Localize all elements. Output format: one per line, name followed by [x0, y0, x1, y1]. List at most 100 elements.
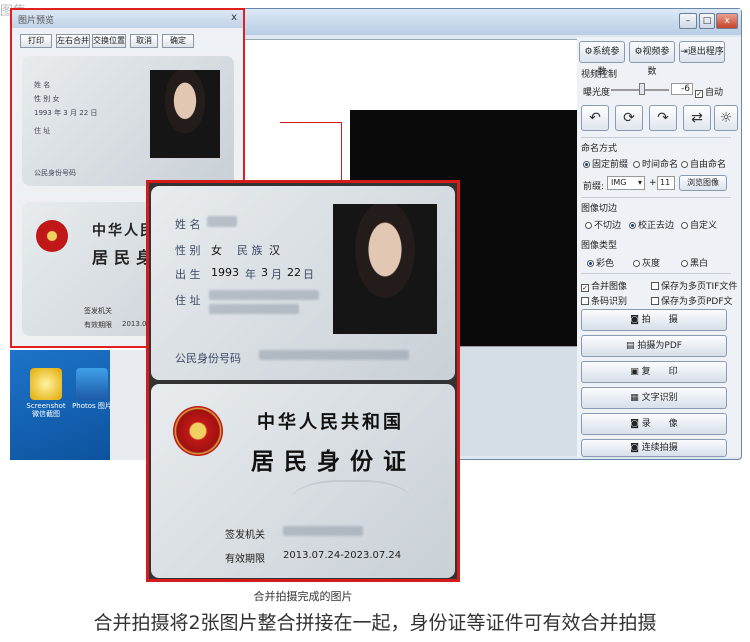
- copy-icon: ▣: [630, 367, 642, 377]
- video-control-title: 视频控制: [581, 70, 618, 80]
- nation-value: 汉: [269, 244, 280, 257]
- birth-label: 出 生: [175, 268, 201, 281]
- nation-label: 民 族: [237, 244, 263, 257]
- crop-title: 图像切边: [581, 204, 618, 214]
- type-option-bw[interactable]: 黑白: [681, 256, 708, 269]
- exposure-value[interactable]: -6: [671, 83, 693, 95]
- divider: [581, 197, 731, 198]
- desktop-icon-label: Screenshot 微信截图: [26, 402, 66, 418]
- divider: [581, 273, 731, 274]
- type-option-gray[interactable]: 灰度: [633, 256, 660, 269]
- merged-image-popup: 姓 名 性 别 女 民 族 汉 出 生 1993 年 3 月 22 日 住 址 …: [146, 180, 460, 582]
- gear-icon: ⚙: [634, 47, 643, 57]
- crop-option-custom[interactable]: 自定义: [681, 218, 717, 231]
- card-country: 中华人民共和国: [257, 412, 404, 433]
- sex-label: 性 别: [175, 244, 201, 257]
- exit-button[interactable]: ⇥退出程序: [679, 41, 725, 63]
- ocr-button[interactable]: ▦ 文字识别: [581, 387, 727, 409]
- minimize-button[interactable]: –: [679, 13, 697, 29]
- field-label: 性 别 女: [34, 95, 60, 103]
- national-emblem-icon: [173, 406, 223, 456]
- prefix-label: 前缀:: [583, 182, 605, 192]
- field-label: 公民身份号码: [34, 169, 76, 177]
- swap-icon[interactable]: ⇄: [683, 105, 711, 131]
- portrait-photo: [333, 204, 437, 334]
- slogan-text: 合并拍摄将2张图片整合拼接在一起，身份证等证件可有效合并拍摄: [93, 612, 657, 634]
- photos-app-icon[interactable]: [76, 368, 108, 400]
- continuous-shoot-button[interactable]: ◙ 连续拍摄: [581, 439, 727, 457]
- naming-option-fixed[interactable]: 固定前缀: [583, 157, 628, 170]
- merge-lr-button[interactable]: 左右合并: [56, 34, 90, 48]
- swap-position-button[interactable]: 交换位置: [92, 34, 126, 48]
- crop-option-deskew[interactable]: 校正去边: [629, 218, 674, 231]
- birth-year: 1993: [211, 266, 239, 279]
- id-card-front: 姓 名 性 别 女 民 族 汉 出 生 1993 年 3 月 22 日 住 址 …: [151, 186, 455, 380]
- close-icon[interactable]: x: [231, 12, 237, 23]
- portrait-photo: [150, 70, 220, 158]
- control-panel: ⚙系统参数 ⚙视频参数 ⇥退出程序 视频控制 曝光度 -6 ✓ 自动 ↶ ⟳ ↷ …: [577, 37, 741, 457]
- copy-button[interactable]: ▣ 复 印: [581, 361, 727, 383]
- birth-day: 22: [287, 266, 301, 279]
- name-label: 姓 名: [175, 218, 201, 231]
- month-unit: 月: [271, 268, 282, 281]
- auto-checkbox[interactable]: ✓ 自动: [695, 85, 723, 98]
- type-title: 图像类型: [581, 241, 618, 251]
- close-button[interactable]: x: [716, 13, 738, 29]
- sex-value: 女: [211, 244, 222, 257]
- maximize-button[interactable]: □: [699, 13, 715, 29]
- chevron-down-icon: ▾: [637, 178, 642, 187]
- confirm-button[interactable]: 确定: [162, 34, 194, 48]
- screenshot-app-icon[interactable]: [30, 368, 62, 400]
- browse-images-button[interactable]: 浏览图像: [679, 175, 727, 191]
- rotate-right-icon[interactable]: ↷: [649, 105, 677, 131]
- dialog-title: 图片预览: [18, 16, 55, 26]
- type-option-color[interactable]: 彩色: [587, 256, 614, 269]
- tif-checkbox[interactable]: 保存为多页TIF文件: [651, 279, 737, 292]
- shoot-pdf-button[interactable]: ▤ 拍摄为PDF: [581, 335, 727, 357]
- naming-title: 命名方式: [581, 144, 618, 154]
- shoot-button[interactable]: ◙ 拍 摄: [581, 309, 727, 331]
- rotate-left-icon[interactable]: ↶: [581, 105, 609, 131]
- day-unit: 日: [303, 268, 314, 281]
- field-label: 住 址: [34, 127, 51, 135]
- camera-icon: ◙: [630, 315, 642, 325]
- prefix-select[interactable]: IMG ▾: [607, 176, 645, 190]
- redacted-address: [209, 290, 319, 300]
- year-unit: 年: [245, 268, 256, 281]
- ocr-icon: ▦: [630, 393, 642, 403]
- divider: [581, 137, 731, 138]
- exposure-label: 曝光度: [583, 88, 611, 98]
- validity-value: 2013.07.24-2023.07.24: [283, 550, 402, 561]
- gear-icon: ⚙: [584, 47, 593, 57]
- field-label: 1993 年 3 月 22 日: [34, 109, 98, 117]
- refresh-icon[interactable]: ⟳: [615, 105, 643, 131]
- video-params-button[interactable]: ⚙视频参数: [629, 41, 675, 77]
- counter-input[interactable]: 11: [657, 176, 675, 190]
- field-label: 姓 名: [34, 81, 51, 89]
- camera-icon: ◙: [630, 443, 642, 453]
- naming-option-free[interactable]: 自由命名: [681, 157, 726, 170]
- crop-option-none[interactable]: 不切边: [585, 218, 621, 231]
- exposure-slider-thumb[interactable]: [639, 83, 645, 95]
- system-params-button[interactable]: ⚙系统参数: [579, 41, 625, 77]
- merge-checkbox[interactable]: ✓ 合并图像: [581, 279, 627, 292]
- brightness-icon[interactable]: ☼: [714, 105, 738, 131]
- print-button[interactable]: 打印: [20, 34, 52, 48]
- validity-label: 有效期限: [225, 554, 265, 565]
- desktop-background: Screenshot 微信截图 Photos 图片: [10, 350, 148, 460]
- image-caption: 合并拍摄完成的图片: [253, 590, 353, 603]
- id-card-front-thumb: 姓 名 性 别 女 1993 年 3 月 22 日 住 址 公民身份号码: [22, 56, 234, 186]
- cancel-button[interactable]: 取消: [130, 34, 158, 48]
- issuer-label: 签发机关: [225, 530, 265, 541]
- card-title: 居民身份证: [251, 449, 416, 475]
- barcode-checkbox[interactable]: 条码识别: [581, 294, 627, 307]
- record-button[interactable]: ◙ 录 像: [581, 413, 727, 435]
- idnum-label: 公民身份号码: [175, 352, 241, 365]
- naming-option-time[interactable]: 时间命名: [633, 157, 678, 170]
- redacted-name: [207, 216, 237, 227]
- desktop-icon-label: Photos 图片: [72, 402, 112, 410]
- pdf-icon: ▤: [626, 341, 638, 351]
- window-edge: [110, 350, 148, 460]
- field-label: 有效期限: [84, 321, 112, 329]
- dialog-image-top: 姓 名 性 别 女 1993 年 3 月 22 日 住 址 公民身份号码: [16, 52, 240, 192]
